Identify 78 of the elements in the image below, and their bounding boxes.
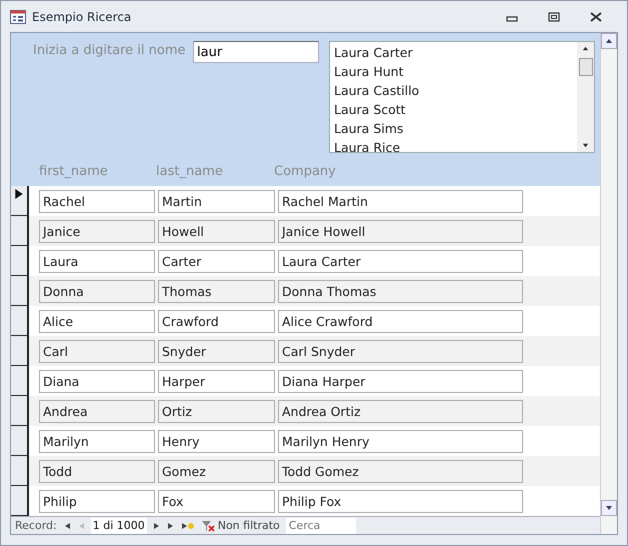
field-cell[interactable]: Fox <box>158 490 275 512</box>
field-cell[interactable]: Todd Gomez <box>278 460 523 482</box>
list-item[interactable]: Laura Rice <box>334 138 573 152</box>
scroll-up-icon <box>582 45 589 52</box>
column-header: first_name <box>39 164 109 178</box>
record-selector[interactable] <box>11 216 29 246</box>
down-arrow-icon <box>605 504 613 512</box>
field-cell[interactable]: Harper <box>158 370 275 392</box>
field-cell[interactable]: Marilyn Henry <box>278 430 523 452</box>
field-cell[interactable]: Marilyn <box>39 430 155 452</box>
previous-record-icon <box>76 522 85 530</box>
field-cell[interactable]: Howell <box>158 220 275 242</box>
field-cell[interactable]: Janice <box>39 220 155 242</box>
field-cell[interactable]: Carl Snyder <box>278 340 523 362</box>
column-header: last_name <box>156 164 224 178</box>
form-icon <box>10 10 26 24</box>
new-record-icon[interactable] <box>180 522 195 530</box>
field-cell[interactable]: Donna <box>39 280 155 302</box>
next-record-icon <box>152 522 161 530</box>
record-selector[interactable] <box>11 276 29 306</box>
list-item[interactable]: Laura Carter <box>334 43 573 62</box>
field-cell[interactable]: Henry <box>158 430 275 452</box>
field-cell[interactable]: Ortiz <box>158 400 275 422</box>
record-selector[interactable] <box>11 366 29 396</box>
field-cell[interactable]: Carl <box>39 340 155 362</box>
record-selector[interactable] <box>11 186 29 216</box>
field-cell[interactable]: Thomas <box>158 280 275 302</box>
field-cell[interactable]: Martin <box>158 190 275 212</box>
field-cell[interactable]: Alice <box>39 310 155 332</box>
field-cell[interactable]: Andrea <box>39 400 155 422</box>
field-cell[interactable]: Janice Howell <box>278 220 523 242</box>
search-box[interactable]: Cerca <box>286 518 356 534</box>
scroll-up-button[interactable] <box>601 33 617 49</box>
field-cell[interactable]: Laura Carter <box>278 250 523 272</box>
search-label: Inizia a digitare il nome <box>33 43 187 60</box>
field-cell[interactable]: Diana <box>39 370 155 392</box>
list-item[interactable]: Laura Sims <box>334 119 573 138</box>
scroll-down-icon <box>582 142 589 149</box>
record-selector[interactable] <box>11 456 29 486</box>
list-item[interactable]: Laura Castillo <box>334 81 573 100</box>
field-cell[interactable]: Donna Thomas <box>278 280 523 302</box>
record-selector[interactable] <box>11 306 29 336</box>
filter-off-icon <box>200 520 215 532</box>
results-list[interactable]: Laura Carter Laura Hunt Laura Castillo Laura Scott Laura Sims Laura Rice <box>329 41 595 153</box>
record-selector[interactable] <box>11 336 29 366</box>
up-arrow-icon <box>605 37 613 45</box>
list-item[interactable]: Laura Hunt <box>334 62 573 81</box>
field-cell[interactable]: Gomez <box>158 460 275 482</box>
last-record-icon <box>166 522 175 530</box>
record-selector[interactable] <box>11 396 29 426</box>
record-label: Record: <box>15 519 57 532</box>
field-cell[interactable]: Todd <box>39 460 155 482</box>
current-record-icon <box>14 189 24 199</box>
field-cell[interactable]: Rachel <box>39 190 155 212</box>
filter-button[interactable]: Non filtrato <box>200 519 280 532</box>
restore-icon[interactable] <box>548 12 560 22</box>
first-record-icon <box>62 522 71 530</box>
field-cell[interactable]: Carter <box>158 250 275 272</box>
field-cell[interactable]: Crawford <box>158 310 275 332</box>
field-cell[interactable]: Rachel Martin <box>278 190 523 212</box>
scroll-down-button[interactable] <box>601 500 617 516</box>
window-title: Esempio Ricerca <box>32 10 132 24</box>
field-cell[interactable]: Philip Fox <box>278 490 523 512</box>
search-field[interactable]: laur <box>193 41 319 63</box>
field-cell[interactable]: Snyder <box>158 340 275 362</box>
close-icon[interactable] <box>590 12 602 22</box>
field-cell[interactable]: Philip <box>39 490 155 512</box>
record-selector[interactable] <box>11 246 29 276</box>
field-cell[interactable]: Andrea Ortiz <box>278 400 523 422</box>
field-cell[interactable]: Laura <box>39 250 155 272</box>
field-cell[interactable]: Alice Crawford <box>278 310 523 332</box>
scroll-thumb[interactable] <box>578 58 592 76</box>
field-cell[interactable]: Diana Harper <box>278 370 523 392</box>
record-position-field[interactable]: 1 di 1000 <box>90 518 147 534</box>
record-selector[interactable] <box>11 426 29 456</box>
record-selector[interactable] <box>11 486 29 516</box>
list-item[interactable]: Laura Scott <box>334 100 573 119</box>
column-header: Company <box>274 164 337 178</box>
